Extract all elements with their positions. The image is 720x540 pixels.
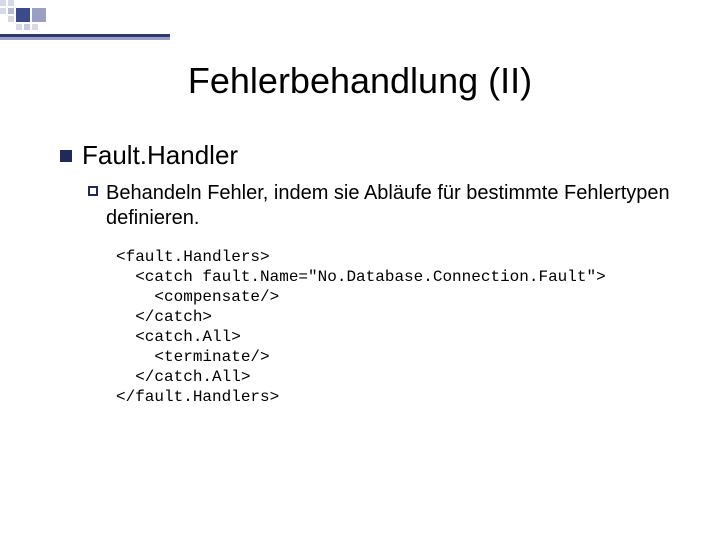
section-description: Behandeln Fehler, indem sie Abläufe für … xyxy=(106,181,670,231)
code-block: <fault.Handlers> <catch fault.Name="No.D… xyxy=(116,247,670,407)
corner-decoration xyxy=(0,0,720,46)
section-heading: Fault.Handler xyxy=(82,140,238,171)
list-item: Fault.Handler xyxy=(60,140,670,171)
bullet-square-icon xyxy=(60,150,72,162)
list-item: Behandeln Fehler, indem sie Abläufe für … xyxy=(88,181,670,231)
slide-body: Fault.Handler Behandeln Fehler, indem si… xyxy=(60,140,670,407)
slide-title: Fehlerbehandlung (II) xyxy=(0,60,720,102)
bullet-hollow-square-icon xyxy=(88,186,98,196)
slide: Fehlerbehandlung (II) Fault.Handler Beha… xyxy=(0,0,720,540)
